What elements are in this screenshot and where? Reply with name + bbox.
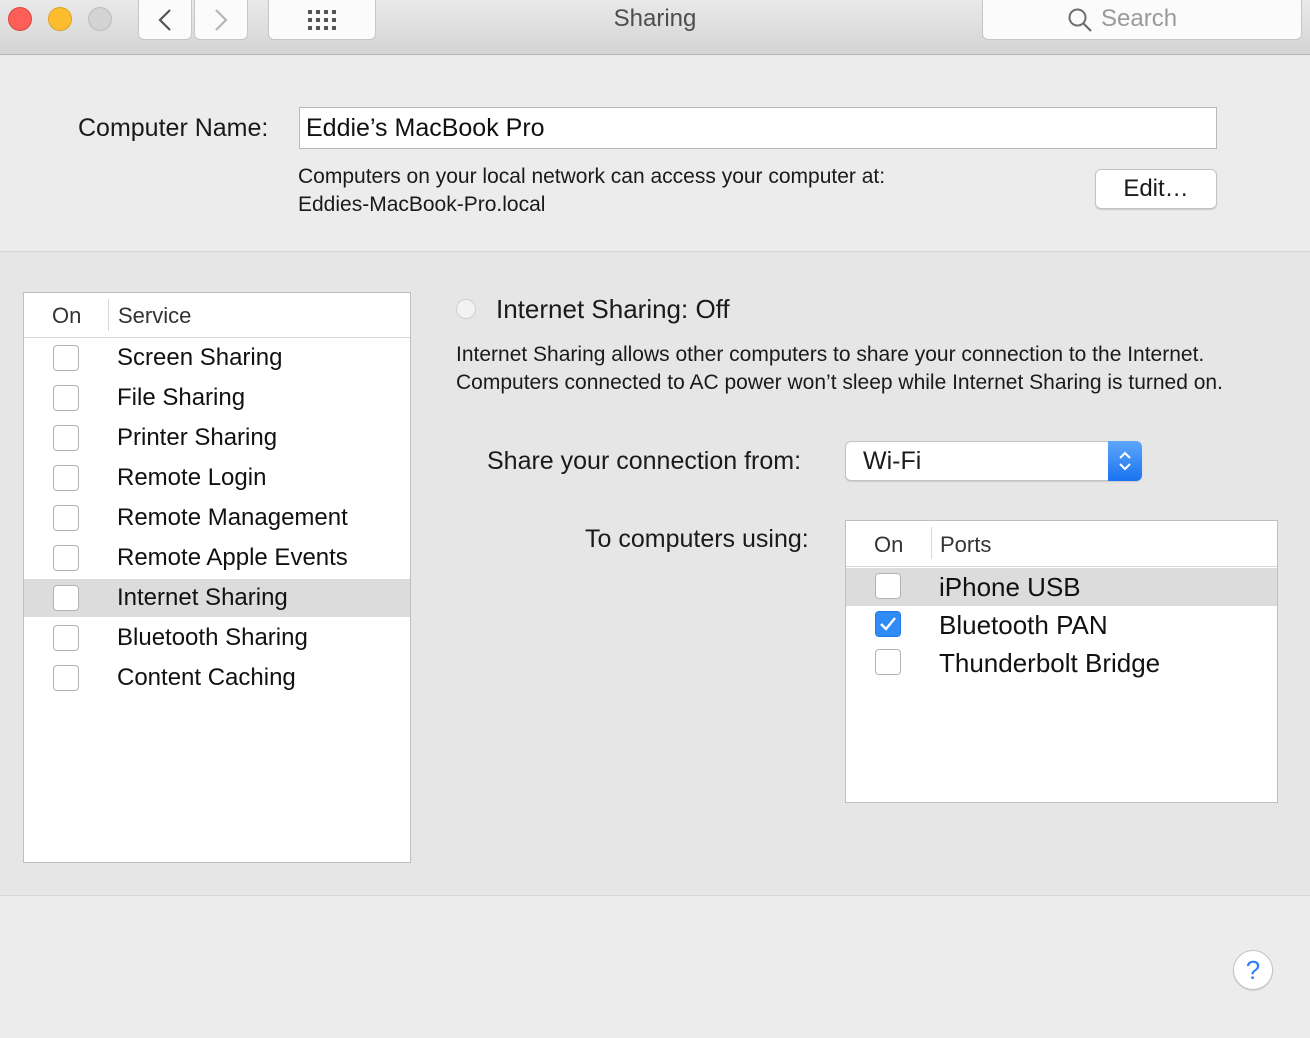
search-field[interactable]	[982, 0, 1302, 40]
service-label: Remote Management	[117, 504, 348, 531]
service-label: File Sharing	[117, 384, 246, 411]
service-row-internet-sharing[interactable]: Internet Sharing	[24, 579, 410, 617]
service-label: Internet Sharing	[117, 584, 288, 611]
service-checkbox[interactable]	[53, 425, 79, 451]
column-header-on[interactable]: On	[52, 303, 81, 329]
computer-name-label: Computer Name:	[78, 114, 269, 142]
service-label: Remote Login	[117, 464, 267, 491]
service-list[interactable]: On Service Screen Sharing File Sharing P…	[23, 292, 411, 863]
service-row-remote-login[interactable]: Remote Login	[24, 459, 410, 497]
share-from-label: Share your connection from:	[487, 447, 802, 475]
service-label: Printer Sharing	[117, 424, 278, 451]
port-row-iphone-usb[interactable]: iPhone USB	[846, 568, 1277, 606]
port-label: Bluetooth PAN	[939, 610, 1108, 640]
to-computers-label: To computers using:	[585, 525, 809, 553]
ports-list-header: On Ports	[846, 521, 1277, 567]
service-checkbox[interactable]	[53, 385, 79, 411]
service-checkbox[interactable]	[53, 545, 79, 571]
service-checkbox[interactable]	[53, 585, 79, 611]
service-checkbox[interactable]	[53, 505, 79, 531]
service-status-title: Internet Sharing: Off	[496, 294, 730, 324]
service-row-content-caching[interactable]: Content Caching	[24, 659, 410, 697]
column-header-ports[interactable]: Ports	[940, 532, 991, 558]
computer-name-field[interactable]	[299, 107, 1217, 149]
status-indicator	[456, 299, 476, 319]
port-row-thunderbolt-bridge[interactable]: Thunderbolt Bridge	[846, 644, 1277, 682]
search-icon	[1068, 8, 1092, 32]
local-address-description: Computers on your local network can acce…	[298, 165, 886, 188]
computer-name-section	[0, 56, 1310, 252]
title-bar: Sharing	[0, 0, 1310, 55]
port-checkbox[interactable]	[875, 573, 901, 599]
local-hostname: Eddies-MacBook-Pro.local	[298, 193, 546, 216]
share-from-value: Wi-Fi	[863, 447, 922, 475]
port-checkbox[interactable]	[875, 649, 901, 675]
service-row-file-sharing[interactable]: File Sharing	[24, 379, 410, 417]
service-row-remote-apple-events[interactable]: Remote Apple Events	[24, 539, 410, 577]
local-address-info: Computers on your local network can acce…	[298, 163, 885, 219]
service-checkbox[interactable]	[53, 345, 79, 371]
ports-list[interactable]: On Ports iPhone USB Bluetooth PAN Thunde…	[845, 520, 1278, 803]
column-divider	[108, 299, 109, 331]
column-divider	[931, 527, 932, 559]
service-label: Content Caching	[117, 664, 296, 691]
popup-arrows-icon	[1108, 441, 1142, 481]
service-checkbox[interactable]	[53, 465, 79, 491]
service-row-bluetooth-sharing[interactable]: Bluetooth Sharing	[24, 619, 410, 657]
port-checkbox[interactable]	[875, 611, 901, 637]
port-row-bluetooth-pan[interactable]: Bluetooth PAN	[846, 606, 1277, 644]
port-label: iPhone USB	[939, 572, 1081, 602]
column-header-on[interactable]: On	[874, 532, 903, 558]
port-label: Thunderbolt Bridge	[939, 648, 1161, 678]
service-checkbox[interactable]	[53, 665, 79, 691]
service-list-header: On Service	[24, 293, 410, 338]
service-label: Screen Sharing	[117, 344, 283, 371]
service-row-screen-sharing[interactable]: Screen Sharing	[24, 339, 410, 377]
search-input[interactable]	[1101, 4, 1281, 34]
column-header-service[interactable]: Service	[118, 303, 191, 329]
service-label: Remote Apple Events	[117, 544, 348, 571]
share-from-popup[interactable]: Wi-Fi	[845, 441, 1142, 481]
service-label: Bluetooth Sharing	[117, 624, 308, 651]
service-row-printer-sharing[interactable]: Printer Sharing	[24, 419, 410, 457]
help-button[interactable]: ?	[1233, 950, 1273, 990]
service-checkbox[interactable]	[53, 625, 79, 651]
edit-button[interactable]: Edit…	[1095, 169, 1217, 209]
service-description: Internet Sharing allows other computers …	[456, 343, 1223, 394]
checkmark-icon	[880, 617, 896, 631]
service-row-remote-management[interactable]: Remote Management	[24, 499, 410, 537]
